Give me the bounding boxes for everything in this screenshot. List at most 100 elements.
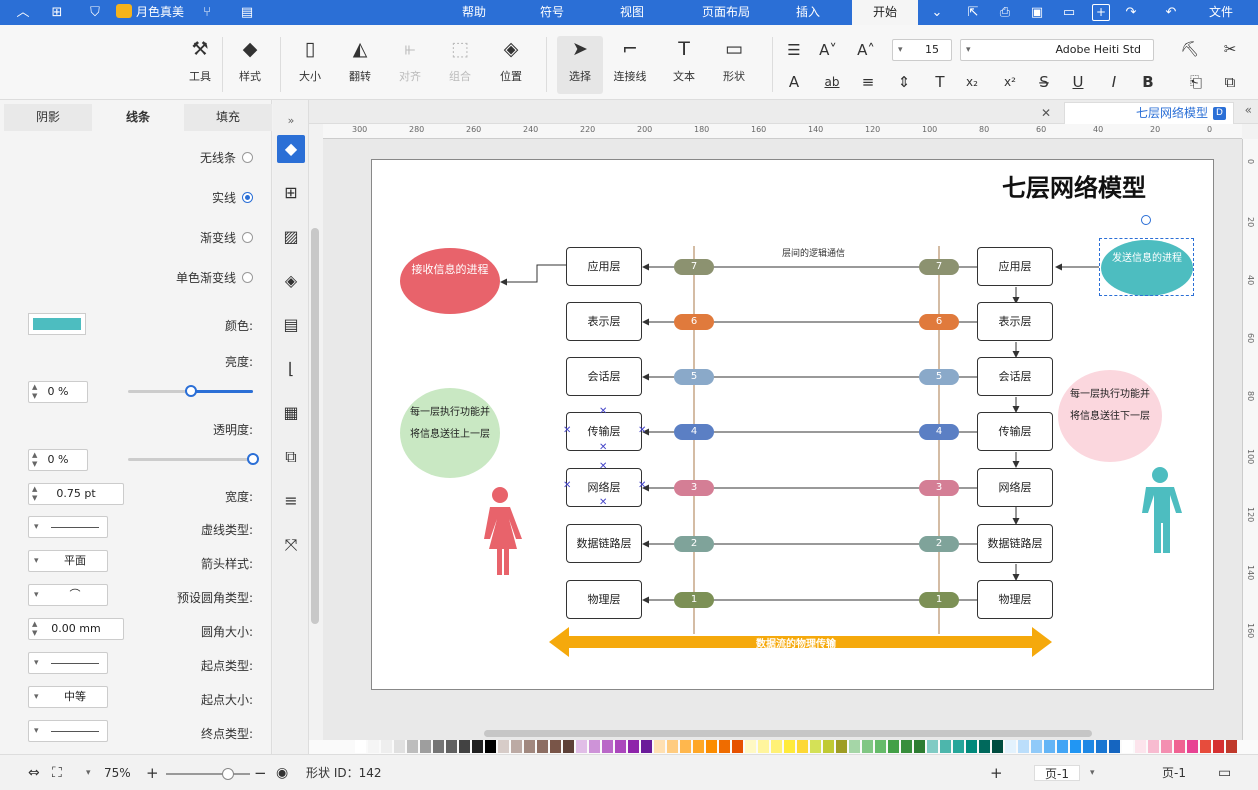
transparency-slider-knob[interactable] (247, 453, 259, 465)
left-layer-box[interactable]: 数据链路层 (566, 524, 642, 563)
right-layer-number-pill[interactable]: 2 (919, 536, 959, 552)
format-painter-icon[interactable]: ⛏ (1180, 39, 1200, 59)
fit-width-icon[interactable]: ⇔ (28, 765, 40, 781)
grid-icon[interactable]: ⊞ (277, 179, 305, 207)
tools-button[interactable]: ⚒ 工具 (180, 36, 220, 94)
palette-swatch[interactable] (1083, 740, 1094, 753)
palette-swatch[interactable] (1005, 740, 1016, 753)
palette-swatch[interactable] (823, 740, 834, 753)
tab-document[interactable]: ✕ 七层网络模型 D (1041, 102, 1234, 124)
palette-swatch[interactable] (927, 740, 938, 753)
menu-view[interactable]: 视图 (604, 0, 660, 25)
italic-icon[interactable]: I (1104, 72, 1124, 92)
palette-swatch[interactable] (589, 740, 600, 753)
bold-icon[interactable]: B (1138, 72, 1158, 92)
decrease-font-icon[interactable]: A˅ (818, 40, 838, 60)
option-solid-line[interactable]: 实线 (212, 189, 253, 207)
left-layer-number-pill[interactable]: 1 (674, 592, 714, 608)
chart-icon[interactable]: ⌊ (277, 355, 305, 383)
transparency-slider[interactable] (128, 458, 253, 461)
zoom-slider[interactable] (166, 773, 250, 775)
palette-swatch[interactable] (888, 740, 899, 753)
brightness-input[interactable]: ▲ ▼ 0 % (28, 381, 88, 403)
palette-swatch[interactable] (875, 740, 886, 753)
start-type-select[interactable]: ▾ (28, 652, 108, 674)
option-no-line[interactable]: 无线条 (200, 149, 253, 167)
page-tab[interactable]: 页-1 (1034, 765, 1080, 781)
play-icon[interactable]: ◉ (276, 765, 288, 781)
palette-swatch[interactable] (758, 740, 769, 753)
left-layer-box[interactable]: 会话层 (566, 357, 642, 396)
radio-no-line[interactable] (242, 152, 253, 163)
zoom-level[interactable]: 75% (104, 765, 131, 781)
menu-file[interactable]: 文件 (1198, 0, 1244, 25)
palette-swatch[interactable] (1031, 740, 1042, 753)
increase-font-icon[interactable]: A˄ (856, 40, 876, 60)
width-input[interactable]: ▲ ▼ 0.75 pt (28, 483, 124, 505)
right-layer-number-pill[interactable]: 6 (919, 314, 959, 330)
left-layer-box[interactable]: 物理层 (566, 580, 642, 619)
palette-swatch[interactable] (472, 740, 483, 753)
palette-swatch[interactable] (862, 740, 873, 753)
undo-icon[interactable]: ↶ (1162, 4, 1180, 21)
right-layer-number-pill[interactable]: 5 (919, 369, 959, 385)
align-right-icon[interactable]: ☰ (784, 40, 804, 60)
page-select[interactable]: 页-1 (1162, 765, 1186, 781)
fit-page-icon[interactable]: ⛶ (52, 765, 62, 781)
menu-start[interactable]: 开始 (852, 0, 918, 25)
end-type-select[interactable]: ▾ (28, 720, 108, 742)
new-icon[interactable]: + (1092, 4, 1110, 21)
palette-swatch[interactable] (524, 740, 535, 753)
right-layer-box[interactable]: 数据链路层 (977, 524, 1053, 563)
style-button[interactable]: ◆ 样式 (230, 36, 270, 94)
canvas-hscrollbar[interactable] (484, 730, 1092, 737)
palette-swatch[interactable] (966, 740, 977, 753)
select-button[interactable]: ➤ 选择 (557, 36, 603, 94)
right-layer-number-pill[interactable]: 3 (919, 480, 959, 496)
brightness-slider-knob[interactable] (185, 385, 197, 397)
left-layer-box[interactable]: 应用层 (566, 247, 642, 286)
panel-scrollbar[interactable] (311, 228, 319, 624)
palette-swatch[interactable] (1174, 740, 1185, 753)
palette-swatch[interactable] (1122, 740, 1133, 753)
radio-solid-line[interactable] (242, 192, 253, 203)
add-page-icon[interactable]: + (990, 765, 1003, 781)
superscript-icon[interactable]: x² (1000, 72, 1020, 92)
palette-swatch[interactable] (615, 740, 626, 753)
palette-swatch[interactable] (1096, 740, 1107, 753)
hierarchy-icon[interactable]: ⧉ (277, 443, 305, 471)
shape-button[interactable]: ▭ 形状 (714, 36, 754, 94)
palette-swatch[interactable] (719, 740, 730, 753)
user-account[interactable]: 月色真美 (116, 3, 184, 22)
color-picker[interactable] (28, 313, 86, 335)
left-layer-box[interactable]: 表示层 (566, 302, 642, 341)
palette-swatch[interactable] (485, 740, 496, 753)
palette-swatch[interactable] (641, 740, 652, 753)
menu-insert[interactable]: 插入 (780, 0, 836, 25)
zoom-in-icon[interactable]: + (146, 765, 159, 781)
page-dropdown-chevron-icon[interactable]: ▾ (1090, 765, 1095, 781)
align-button[interactable]: ⫦ 对齐 (390, 36, 430, 94)
save-icon[interactable]: ▣ (1028, 4, 1046, 21)
palette-swatch[interactable] (498, 740, 509, 753)
redo-icon[interactable]: ↷ (1122, 4, 1140, 21)
corner-size-input[interactable]: ▲ ▼ 0.00 mm (28, 618, 124, 640)
palette-swatch[interactable] (628, 740, 639, 753)
group-button[interactable]: ⬚ 组合 (440, 36, 480, 94)
palette-swatch[interactable] (1213, 740, 1224, 753)
text-button[interactable]: T 文本 (664, 36, 704, 94)
palette-swatch[interactable] (836, 740, 847, 753)
palette-swatch[interactable] (1135, 740, 1146, 753)
right-note-bubble[interactable]: 每一层执行功能并将信息送往下一层 (1058, 370, 1162, 462)
palette-swatch[interactable] (1057, 740, 1068, 753)
subscript-icon[interactable]: x₂ (962, 72, 982, 92)
underline-icon[interactable]: U (1068, 72, 1088, 92)
image-icon[interactable]: ▨ (277, 223, 305, 251)
fit-icon[interactable]: ⤧ (277, 531, 305, 559)
arrow-style-select[interactable]: ▾ 平面 (28, 550, 108, 572)
collapse-ribbon-icon[interactable]: ︿ (14, 4, 32, 21)
option-gradient-line[interactable]: 渐变线 (200, 229, 253, 247)
zoom-dropdown-chevron-icon[interactable]: ▾ (86, 765, 91, 781)
palette-swatch[interactable] (550, 740, 561, 753)
table-icon[interactable]: ▦ (277, 399, 305, 427)
